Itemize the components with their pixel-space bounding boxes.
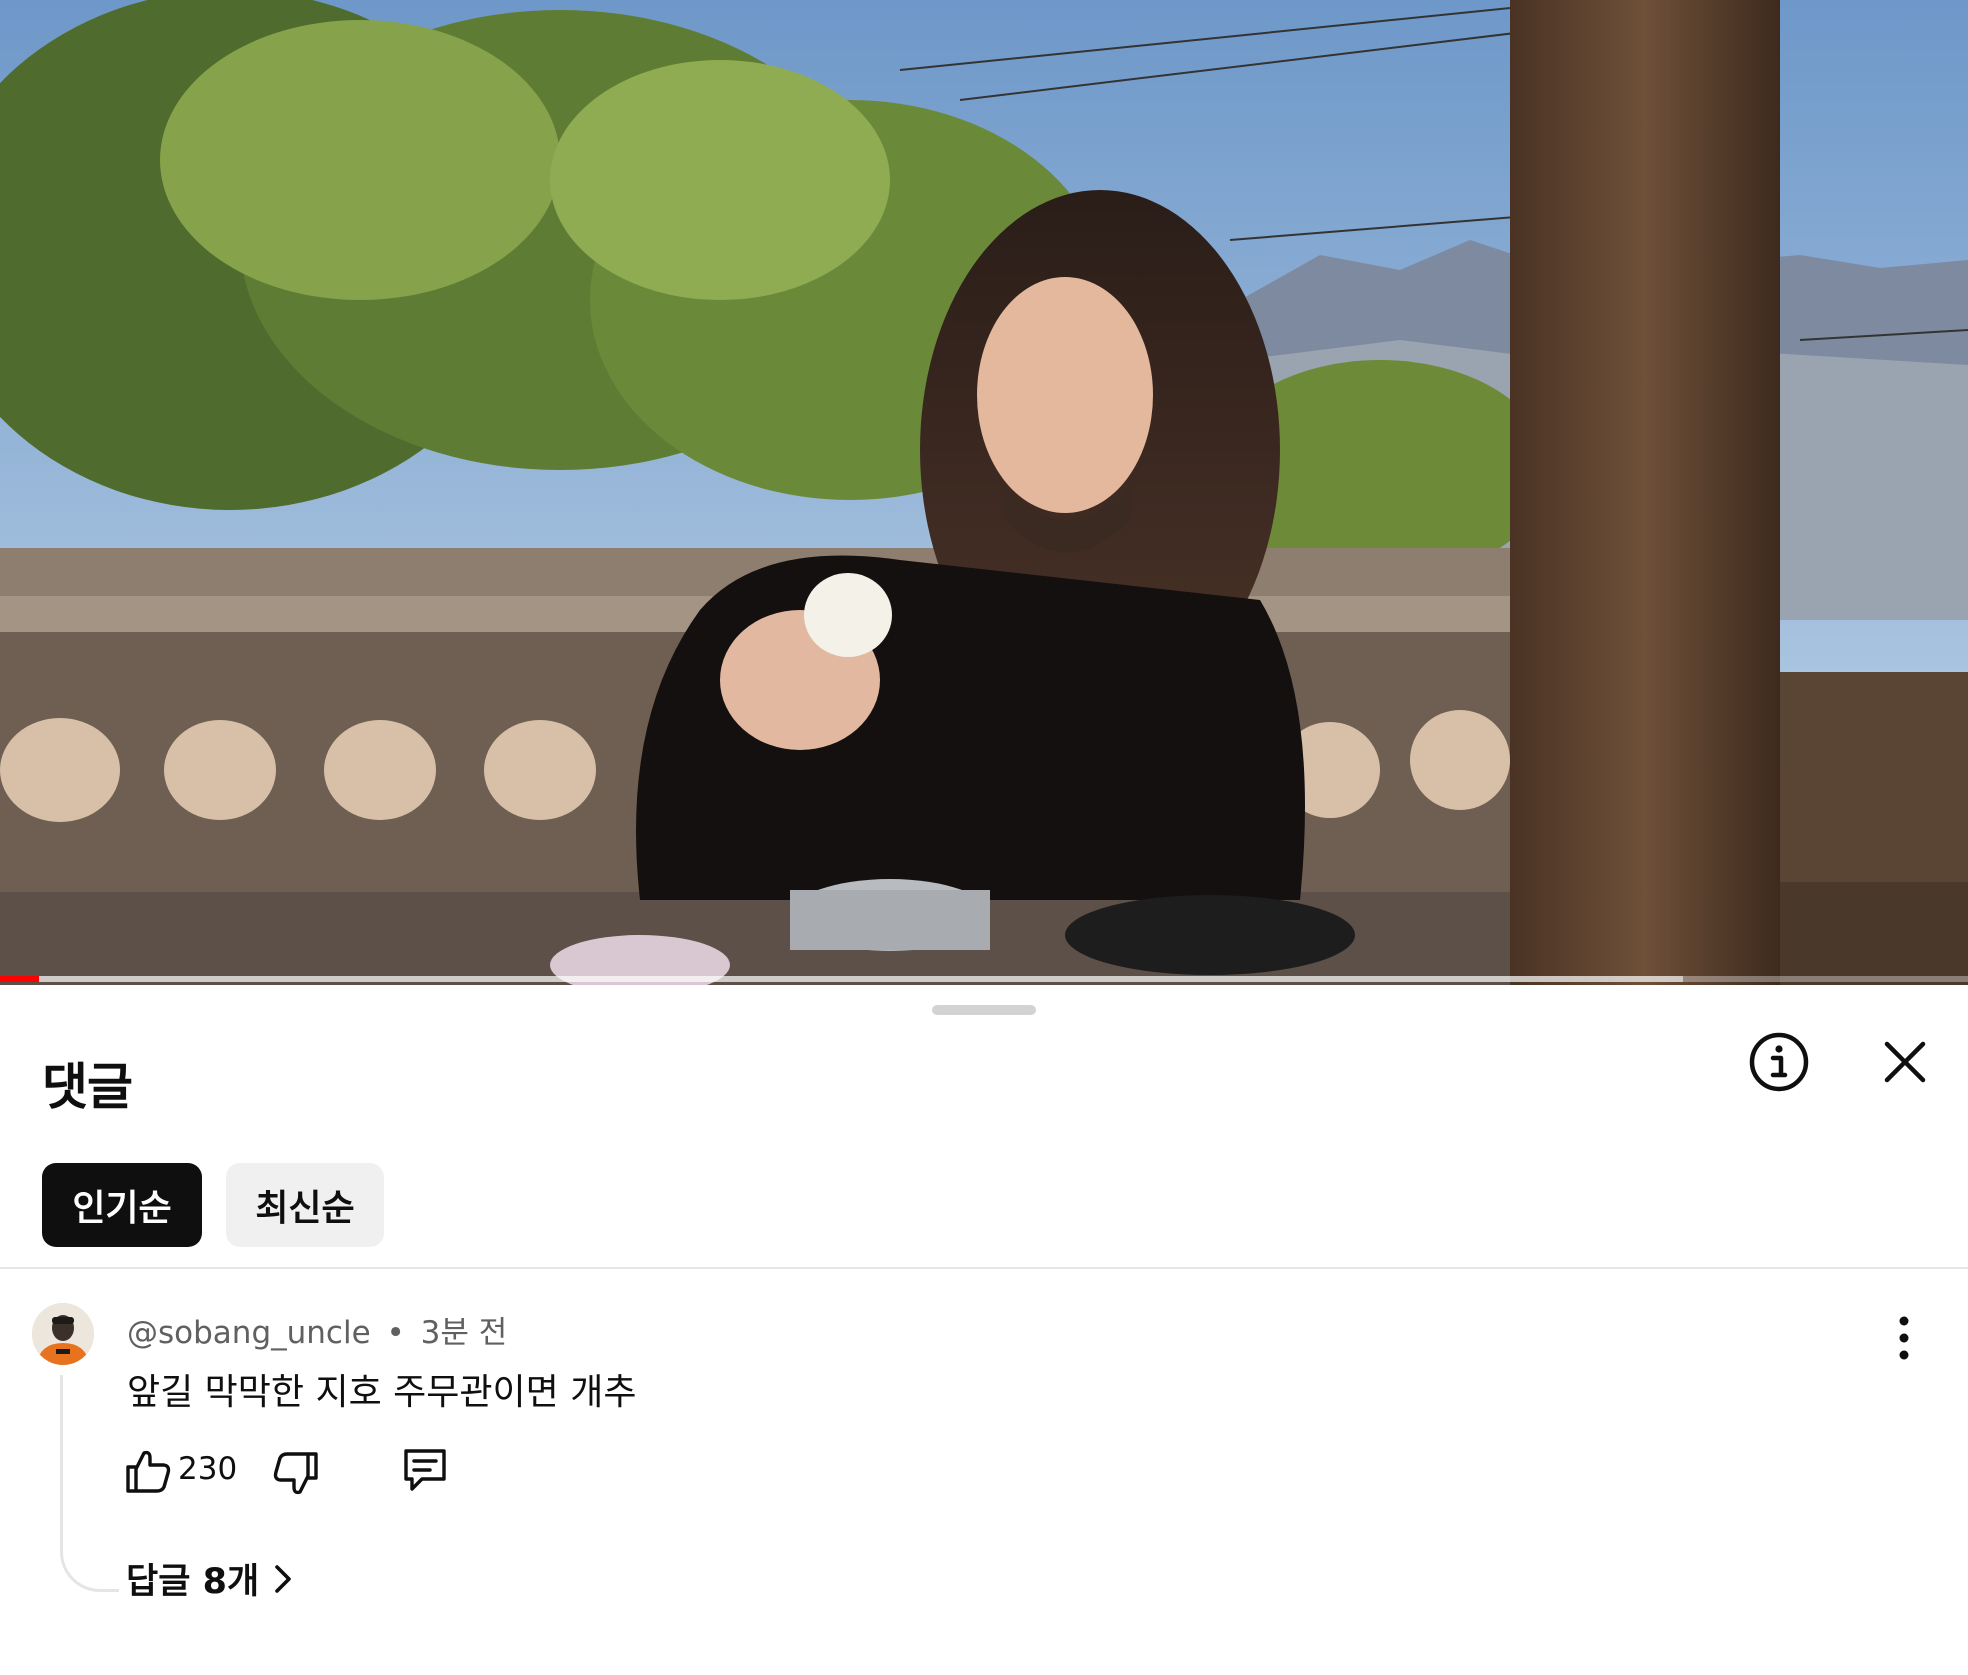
chevron-right-icon [275,1564,291,1593]
video-progress-bar[interactable] [0,976,1968,982]
comment-meta: @sobang_uncle • 3분 전 [127,1307,507,1352]
sort-chip-popular[interactable]: 인기순 [42,1163,202,1247]
drag-handle[interactable] [932,1005,1036,1015]
avatar[interactable] [32,1303,94,1365]
sort-chip-newest[interactable]: 최신순 [226,1163,384,1247]
thumbs-up-icon[interactable] [124,1447,172,1495]
meta-separator: • [386,1315,405,1351]
more-vert-icon[interactable] [1882,1311,1926,1365]
info-icon[interactable] [1748,1031,1810,1093]
comment-timestamp: 3분 전 [420,1315,508,1351]
reply-icon[interactable] [400,1445,450,1495]
like-count: 230 [178,1451,238,1487]
progress-played [0,976,39,982]
divider [0,1267,1968,1269]
thread-connector-line [60,1375,119,1592]
comment-text: 앞길 막막한 지호 주무관이면 개추 [127,1372,637,1413]
comment-author[interactable]: @sobang_uncle [127,1315,371,1351]
progress-buffered [0,976,1683,982]
view-replies-button[interactable]: 답글 8개 [126,1553,295,1604]
replies-label: 답글 8개 [126,1562,260,1602]
app-root: 댓글 인기순 최신순 @sobang_uncle • 3분 전 앞길 막막한 지… [0,0,1968,1675]
video-frame [0,0,1968,985]
video-player[interactable] [0,0,1968,985]
comments-title: 댓글 [42,1058,133,1116]
thumbs-down-icon[interactable] [272,1450,320,1498]
comments-sheet: 댓글 인기순 최신순 @sobang_uncle • 3분 전 앞길 막막한 지… [0,985,1968,1675]
close-icon[interactable] [1880,1037,1930,1087]
